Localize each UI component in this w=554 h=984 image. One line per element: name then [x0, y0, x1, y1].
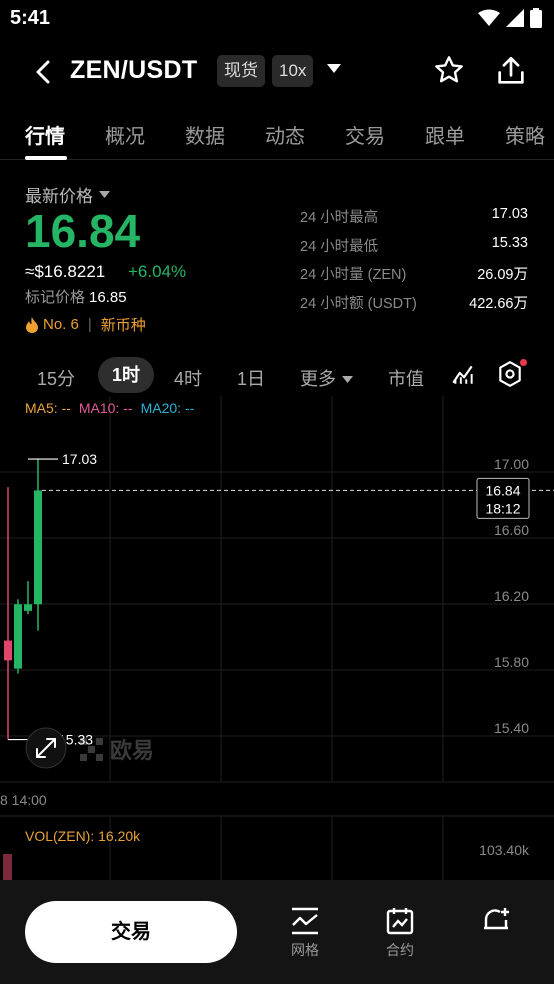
battery-icon	[530, 8, 542, 28]
grid-label: 网格	[291, 942, 319, 958]
star-icon[interactable]	[433, 54, 465, 86]
grid-icon	[292, 907, 318, 935]
tab-market[interactable]: 行情	[25, 120, 65, 149]
interval-1d[interactable]: 1日	[237, 365, 265, 391]
candle-body	[4, 640, 12, 661]
rank-row[interactable]: No. 6 | 新币种	[25, 314, 146, 335]
price-tick-label: 16.60	[494, 522, 529, 538]
rank-value: No. 6	[43, 316, 79, 333]
24h-stats: 24 小时最高 17.03 24 小时最低 15.33 24 小时量 (ZEN) 26…	[300, 206, 528, 320]
notification-dot	[520, 359, 527, 366]
watermark-text: 欧易	[110, 738, 154, 764]
volume-tick-label: 103.40k	[479, 842, 530, 858]
stat-label: 24 小时额 (USDT)	[300, 295, 417, 312]
candle-body	[14, 604, 22, 669]
ma20-value: MA20: --	[140, 400, 195, 416]
new-listing-tag: 新币种	[100, 317, 146, 334]
mark-price-label: 标记价格	[25, 289, 86, 306]
last-price: 16.84	[25, 205, 141, 257]
market-type-tag: 现货	[217, 55, 265, 87]
volume-legend: VOL(ZEN): 16.20k	[25, 828, 141, 844]
high-marker-label: 17.03	[62, 451, 97, 467]
time-tick-label: 8 14:00	[0, 792, 47, 808]
stat-label: 24 小时量 (ZEN)	[300, 267, 407, 283]
signal-icon	[506, 9, 524, 27]
market-cap-toggle[interactable]: 市值	[388, 365, 424, 391]
price-alert-button[interactable]	[466, 906, 526, 940]
grid-trading-button[interactable]: 网格	[275, 906, 335, 960]
stat-label: 24 小时最低	[300, 238, 379, 255]
countdown-label: 18:12	[485, 500, 520, 516]
bottom-action-bar: 交易 网格 合约	[0, 880, 554, 984]
stat-label: 24 小时最高	[300, 210, 379, 226]
price-tick-label: 15.40	[494, 720, 529, 736]
kline-chart[interactable]: 17.00 16.60 16.20 15.80 15.40 8 14:00 欧易 VOL(Z…	[0, 396, 554, 880]
chart-settings-icon[interactable]	[497, 360, 523, 388]
tab-data[interactable]: 数据	[185, 120, 225, 149]
fullscreen-button[interactable]	[25, 727, 67, 769]
candle-body	[34, 490, 42, 605]
watermark-square	[80, 754, 87, 761]
share-icon[interactable]	[494, 54, 528, 88]
tab-news[interactable]: 动态	[265, 120, 305, 149]
stat-row: 24 小时量 (ZEN) 26.09万	[300, 263, 528, 292]
interval-1h[interactable]: 1时	[98, 357, 155, 393]
status-bar: 5:41	[0, 0, 554, 38]
ma5-value: MA5: --	[25, 400, 71, 416]
price-change: +6.04%	[128, 262, 187, 281]
ma10-value: MA10: --	[78, 400, 133, 416]
interval-4h[interactable]: 4时	[174, 365, 202, 391]
chart-overlays: VOL(ZEN): 16.20k103.40k17.0315.3316.8418…	[8, 451, 554, 858]
indicator-icon[interactable]	[450, 361, 476, 387]
trade-button[interactable]: 交易	[25, 901, 237, 963]
price-tick-label: 15.80	[494, 654, 529, 670]
current-price-label: 16.84	[485, 482, 520, 498]
volume-bar	[3, 854, 12, 880]
stat-row: 24 小时最高 17.03	[300, 206, 528, 235]
watermark-square	[96, 738, 103, 745]
tab-overview[interactable]: 概况	[105, 120, 145, 149]
interval-selector: 15分 1时 4时 1日 更多 市值	[0, 355, 554, 395]
alert-bell-plus-icon	[484, 908, 509, 930]
price-tick-label: 16.20	[494, 588, 529, 604]
contract-label: 合约	[386, 942, 414, 958]
pair-dropdown-icon[interactable]	[327, 64, 341, 74]
pair-title[interactable]: ZEN/USDT	[70, 56, 197, 85]
back-arrow-icon[interactable]	[28, 56, 60, 88]
chart-grid: 17.00 16.60 16.20 15.80 15.40 8 14:00 欧易	[0, 396, 554, 880]
chevron-down-icon	[99, 190, 110, 198]
stat-value: 26.09万	[477, 267, 528, 283]
status-time: 5:41	[10, 7, 51, 29]
price-tick-label: 17.00	[494, 456, 529, 472]
candle-body	[24, 604, 32, 611]
stat-value: 422.66万	[469, 295, 528, 312]
leverage-tag: 10x	[272, 55, 314, 87]
wifi-icon	[478, 9, 500, 26]
contract-button[interactable]: 合约	[370, 906, 430, 960]
stat-row: 24 小时最低 15.33	[300, 235, 528, 264]
active-tab-indicator	[25, 156, 67, 160]
status-icons	[478, 8, 542, 28]
watermark-square	[96, 754, 103, 761]
contract-icon	[386, 908, 414, 935]
tab-copy-trading[interactable]: 跟单	[425, 120, 465, 149]
interval-more[interactable]: 更多	[300, 365, 353, 391]
stat-row: 24 小时额 (USDT) 422.66万	[300, 292, 528, 321]
chevron-down-icon	[342, 376, 353, 384]
section-tabs: 行情 概况 数据 动态 交易 跟单 策略	[0, 108, 554, 160]
interval-15m[interactable]: 15分	[37, 365, 75, 391]
usd-price: ≈$16.8221	[25, 262, 106, 281]
mark-price-value: 16.85	[89, 289, 127, 306]
top-bar: ZEN/USDT 现货 10x	[0, 44, 554, 100]
stat-value: 15.33	[491, 234, 528, 251]
ma-legend: MA5: -- MA10: -- MA20: --	[25, 400, 194, 416]
tab-trade[interactable]: 交易	[345, 120, 385, 149]
rank-divider: |	[87, 316, 92, 333]
mark-price-row: 标记价格 16.85	[25, 286, 127, 307]
more-label: 更多	[300, 369, 336, 389]
stat-value: 17.03	[491, 206, 528, 222]
tab-strategy[interactable]: 策略	[505, 120, 545, 149]
flame-icon	[26, 316, 38, 333]
